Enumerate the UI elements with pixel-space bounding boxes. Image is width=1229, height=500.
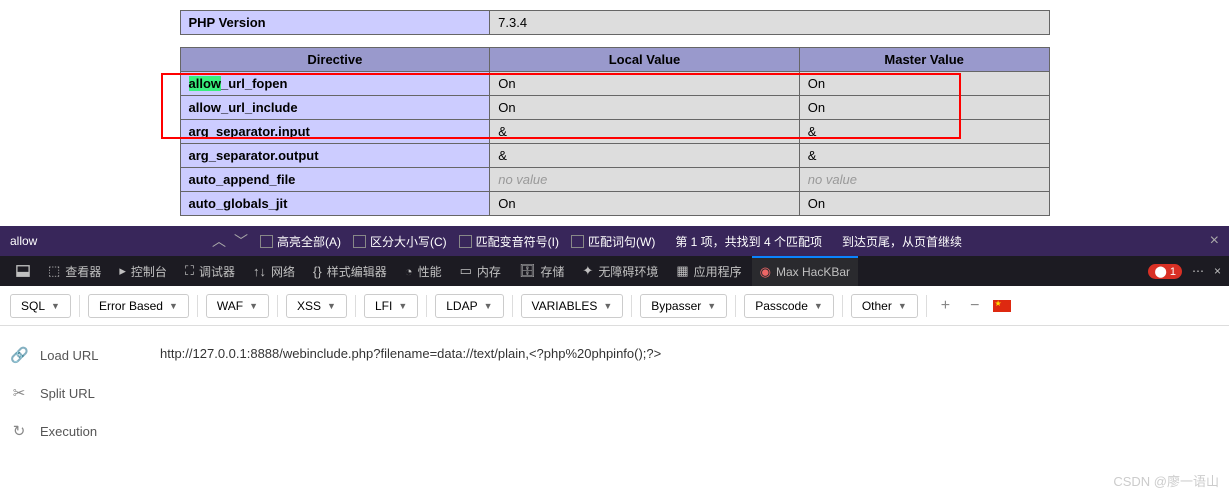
- search-input[interactable]: allow: [10, 234, 200, 248]
- tab-debugger[interactable]: ⛶调试器: [177, 256, 243, 286]
- match-case-checkbox[interactable]: 区分大小写(C): [353, 233, 447, 250]
- hackbar-panel: SQL▼ Error Based▼ WAF▼ XSS▼ LFI▼ LDAP▼ V…: [0, 286, 1229, 460]
- hackbar-sidebar: 🔗 Load URL ✂ Split URL ↻ Execution: [0, 326, 150, 460]
- split-url-button[interactable]: ✂ Split URL: [10, 384, 140, 402]
- tab-style[interactable]: {}样式编辑器: [305, 256, 395, 286]
- refresh-icon: ↻: [10, 422, 28, 440]
- table-row: arg_separator.output & &: [180, 144, 1049, 168]
- dock-icon[interactable]: [8, 256, 38, 286]
- menu-other[interactable]: Other▼: [851, 294, 918, 318]
- close-icon[interactable]: ×: [1210, 232, 1219, 250]
- plus-icon[interactable]: +: [935, 297, 956, 315]
- directives-table: Directive Local Value Master Value allow…: [180, 47, 1050, 216]
- watermark: CSDN @廖一语山: [1113, 471, 1219, 490]
- search-result-count: 第 1 项，共找到 4 个匹配项: [675, 233, 822, 250]
- table-row: arg_separator.input & &: [180, 120, 1049, 144]
- whole-words-checkbox[interactable]: 匹配词句(W): [571, 233, 655, 250]
- tab-performance[interactable]: ◔性能: [397, 256, 450, 286]
- menu-bypasser[interactable]: Bypasser▼: [640, 294, 727, 318]
- tab-storage[interactable]: 🗄存储: [511, 256, 573, 286]
- devtools-close-icon[interactable]: ×: [1214, 264, 1221, 278]
- menu-sql[interactable]: SQL▼: [10, 294, 71, 318]
- url-input[interactable]: http://127.0.0.1:8888/webinclude.php?fil…: [150, 326, 1229, 460]
- minus-icon[interactable]: −: [964, 297, 985, 315]
- tab-network[interactable]: ↑↓网络: [245, 256, 303, 286]
- hackbar-toolbar: SQL▼ Error Based▼ WAF▼ XSS▼ LFI▼ LDAP▼ V…: [0, 286, 1229, 326]
- table-row: auto_append_file no value no value: [180, 168, 1049, 192]
- load-url-button[interactable]: 🔗 Load URL: [10, 346, 140, 364]
- table-row: auto_globals_jit On On: [180, 192, 1049, 216]
- phpinfo-panel: PHP Version 7.3.4 Directive Local Value …: [0, 0, 1229, 226]
- col-local: Local Value: [490, 48, 800, 72]
- tab-memory[interactable]: ▭内存: [452, 256, 509, 286]
- col-directive: Directive: [180, 48, 490, 72]
- tab-inspector[interactable]: ⬚查看器: [40, 256, 109, 286]
- menu-lfi[interactable]: LFI▼: [364, 294, 418, 318]
- tab-application[interactable]: ▦应用程序: [668, 256, 749, 286]
- menu-variables[interactable]: VARIABLES▼: [521, 294, 624, 318]
- menu-waf[interactable]: WAF▼: [206, 294, 269, 318]
- search-highlight: allow: [189, 76, 222, 91]
- scissors-icon: ✂: [10, 384, 28, 402]
- tab-console[interactable]: ▸控制台: [111, 256, 175, 286]
- menu-ldap[interactable]: LDAP▼: [435, 294, 503, 318]
- error-count-badge[interactable]: ⬤ 1: [1148, 264, 1182, 279]
- menu-passcode[interactable]: Passcode▼: [744, 294, 834, 318]
- find-in-page-bar: allow ︿ ﹀ 高亮全部(A) 区分大小写(C) 匹配变音符号(I) 匹配词…: [0, 226, 1229, 256]
- devtools-tabbar: ⬚查看器 ▸控制台 ⛶调试器 ↑↓网络 {}样式编辑器 ◔性能 ▭内存 🗄存储 …: [0, 256, 1229, 286]
- table-row: allow_url_include On On: [180, 96, 1049, 120]
- search-wrap-msg: 到达页尾，从页首继续: [842, 233, 962, 250]
- tab-accessibility[interactable]: ✦无障碍环境: [574, 256, 666, 286]
- highlight-all-checkbox[interactable]: 高亮全部(A): [260, 233, 341, 250]
- col-master: Master Value: [799, 48, 1049, 72]
- table-row: allow_url_fopen On On: [180, 72, 1049, 96]
- php-version-value: 7.3.4: [490, 11, 1049, 35]
- match-diacritics-checkbox[interactable]: 匹配变音符号(I): [459, 233, 559, 250]
- search-prev-icon[interactable]: ︿: [212, 231, 226, 251]
- menu-xss[interactable]: XSS▼: [286, 294, 347, 318]
- php-version-label: PHP Version: [180, 11, 490, 35]
- execution-button[interactable]: ↻ Execution: [10, 422, 140, 440]
- tab-hackbar[interactable]: ◉Max HacKBar: [752, 256, 858, 286]
- php-version-table: PHP Version 7.3.4: [180, 10, 1050, 35]
- flag-china-icon[interactable]: [993, 300, 1011, 312]
- link-icon: 🔗: [10, 346, 28, 364]
- devtools-menu-icon[interactable]: ⋯: [1192, 264, 1204, 278]
- menu-error-based[interactable]: Error Based▼: [88, 294, 189, 318]
- search-next-icon[interactable]: ﹀: [234, 231, 248, 251]
